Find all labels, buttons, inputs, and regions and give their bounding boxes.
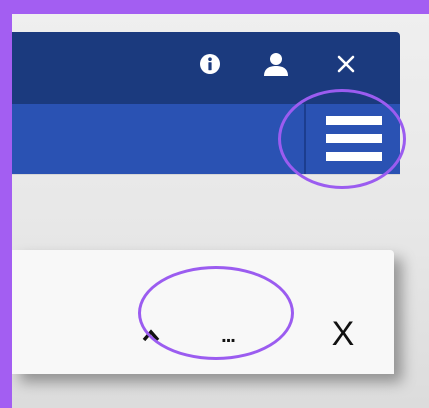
chevron-up-icon (142, 329, 160, 342)
more-options-button[interactable]: ... (208, 324, 248, 348)
app-screenshot: ... X (12, 14, 429, 408)
close-find-bar-button[interactable]: X (328, 314, 358, 354)
more-options-label: ... (221, 325, 236, 347)
navbar-divider (304, 104, 306, 174)
hamburger-menu-icon (326, 116, 382, 161)
close-icon[interactable] (332, 50, 360, 78)
close-find-bar-label: X (331, 315, 355, 353)
hamburger-menu-button[interactable] (308, 106, 400, 172)
previous-match-button[interactable] (138, 322, 164, 348)
info-icon[interactable] (196, 50, 224, 78)
find-bar: ... X (12, 250, 394, 374)
top-bar (12, 32, 400, 104)
navigation-bar (12, 104, 400, 174)
user-icon[interactable] (262, 50, 290, 78)
